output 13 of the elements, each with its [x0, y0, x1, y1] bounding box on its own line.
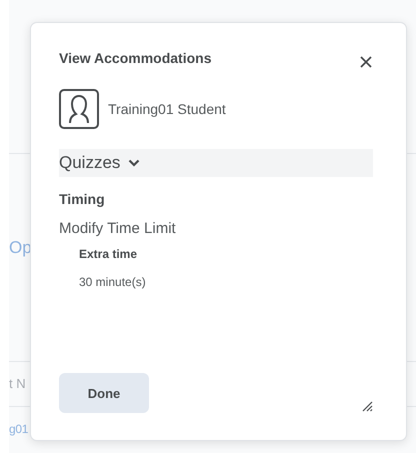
section-heading: Timing: [59, 191, 106, 207]
user-name: Training01 Student: [108, 101, 226, 117]
chevron-icon: [128, 159, 140, 167]
detail-label: Extra time: [79, 247, 138, 261]
detail-value: 30 minute(s): [79, 275, 147, 289]
resize-handle-icon[interactable]: [362, 401, 373, 412]
close-button[interactable]: [359, 55, 373, 69]
column-label: t N: [9, 375, 26, 393]
user-avatar-icon: [59, 89, 99, 129]
section-toggle[interactable]: Quizzes: [59, 149, 373, 177]
dialog-title: View Accommodations: [59, 49, 212, 67]
accommodation-item: Modify Time Limit: [59, 220, 177, 237]
done-button[interactable]: Done: [59, 373, 149, 413]
